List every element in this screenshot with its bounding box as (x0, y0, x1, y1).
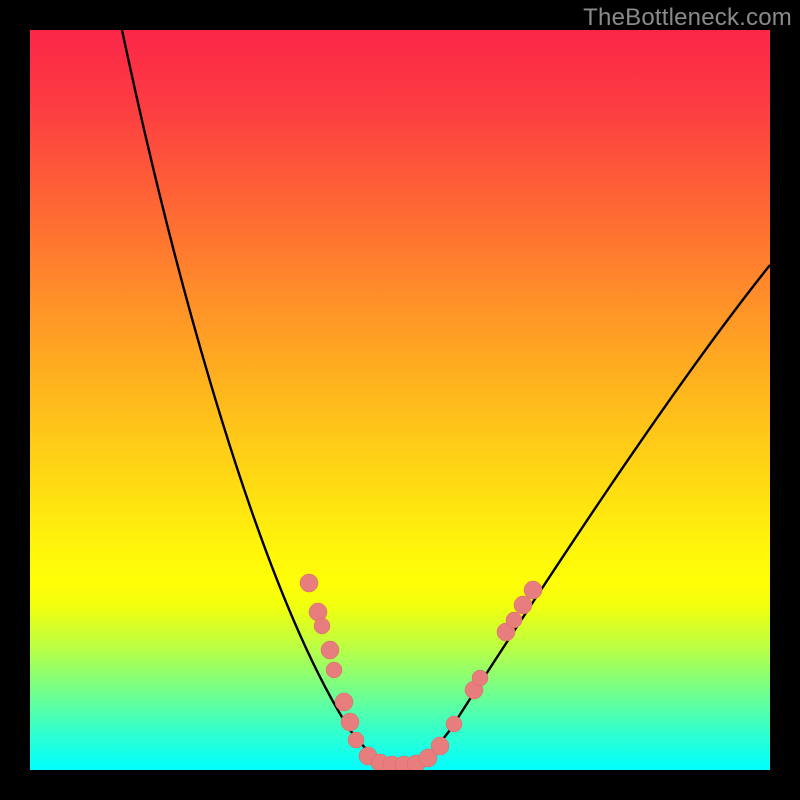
data-dot (314, 618, 330, 634)
chart-svg (30, 30, 770, 770)
watermark-text: TheBottleneck.com (583, 4, 792, 32)
data-dot (321, 641, 339, 659)
data-dot (524, 581, 542, 599)
chart-frame: TheBottleneck.com (0, 0, 800, 800)
data-dot (472, 670, 488, 686)
data-dot (514, 596, 532, 614)
data-dot (326, 662, 342, 678)
data-dot (335, 693, 353, 711)
data-dot (300, 574, 318, 592)
data-dots (300, 574, 542, 770)
data-dot (341, 713, 359, 731)
bottleneck-curve (122, 30, 770, 765)
data-dot (348, 732, 364, 748)
data-dot (446, 716, 462, 732)
chart-plot-area (30, 30, 770, 770)
data-dot (431, 737, 449, 755)
data-dot (506, 612, 522, 628)
